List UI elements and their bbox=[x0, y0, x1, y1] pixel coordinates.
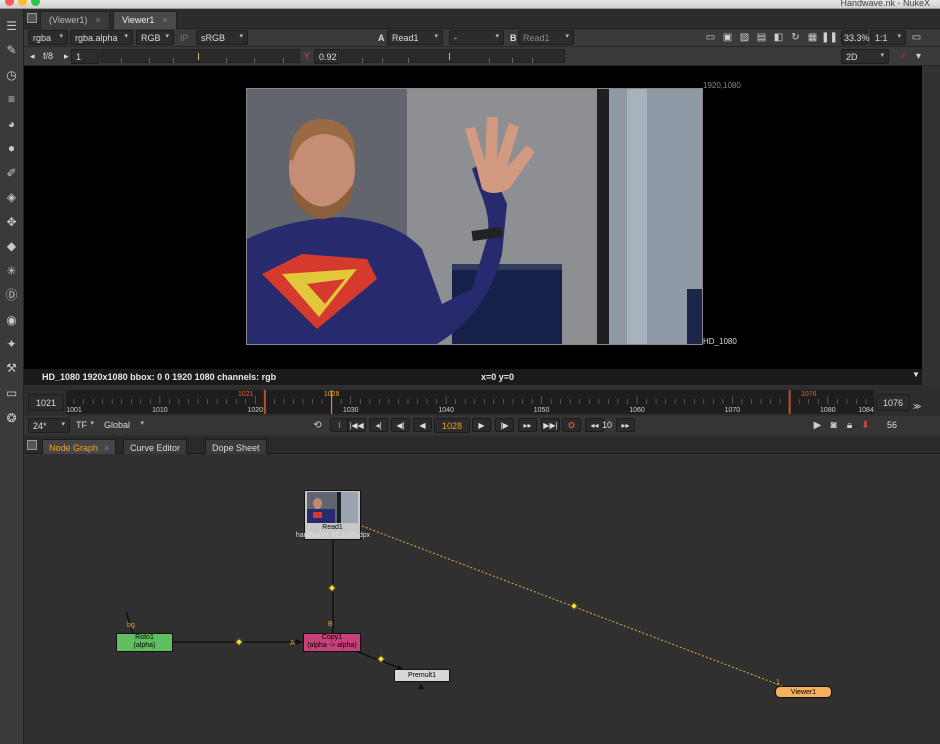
viewer-node-label: Viewer1 bbox=[790, 689, 817, 696]
roto-bg-label: bg bbox=[127, 622, 135, 629]
read-node-file: handwave_01.1028.dpx bbox=[295, 532, 371, 539]
copy-input-b-label: B bbox=[328, 621, 333, 628]
read-node-label: Read1 bbox=[322, 524, 343, 531]
copy-node[interactable]: Copy1 (alpha -> alpha) bbox=[303, 633, 361, 652]
roto-node-sub: (alpha) bbox=[133, 642, 156, 649]
roto-node[interactable]: Roto1 (alpha) bbox=[116, 633, 173, 652]
premult-node[interactable]: Premult1 bbox=[394, 669, 450, 682]
premult-node-label: Premult1 bbox=[407, 672, 436, 679]
viewer-node[interactable]: Viewer1 bbox=[775, 686, 832, 698]
viewer-input-label: 1 bbox=[776, 679, 780, 686]
read-node-thumbnail bbox=[307, 492, 358, 523]
copy-input-a-label: A bbox=[290, 640, 295, 647]
copy-node-label: Copy1 bbox=[321, 634, 343, 641]
roto-node-label: Roto1 bbox=[135, 634, 154, 641]
copy-node-sub: (alpha -> alpha) bbox=[307, 642, 357, 649]
